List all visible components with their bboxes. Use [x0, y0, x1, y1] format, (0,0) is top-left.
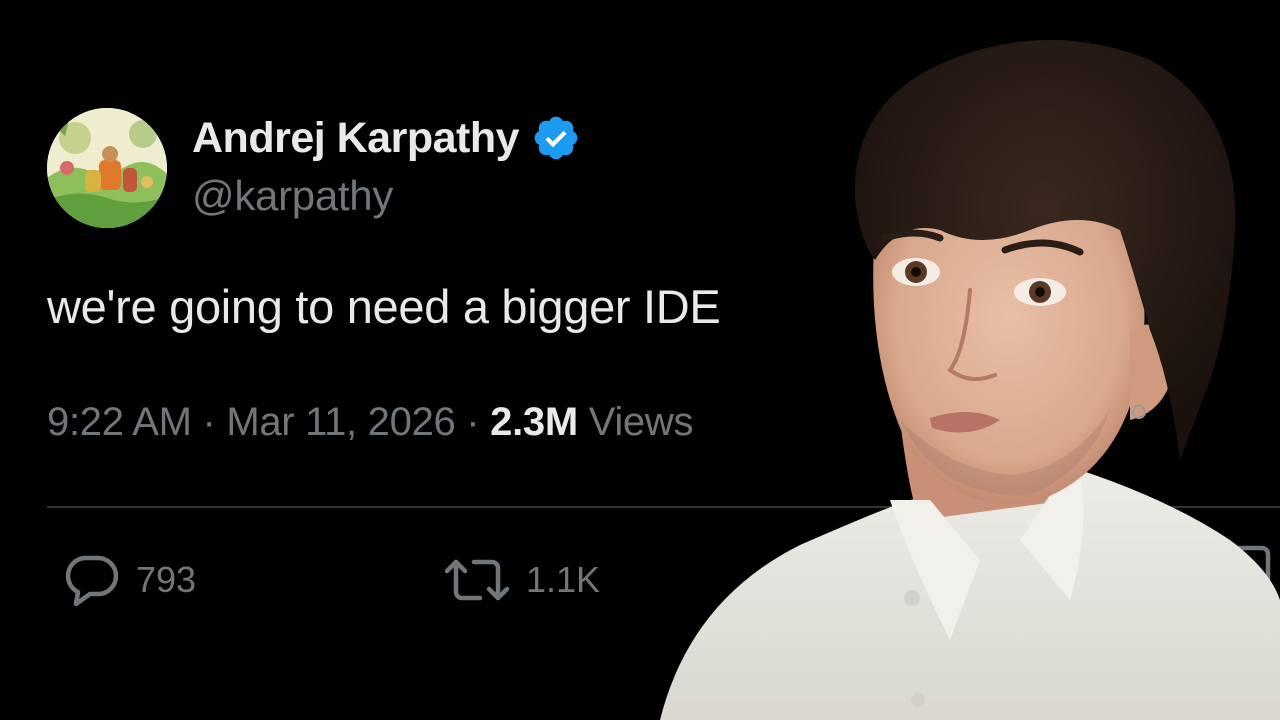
author-handle[interactable]: @karpathy: [192, 172, 393, 220]
post-text: we're going to need a bigger IDE: [47, 280, 721, 333]
repost-button[interactable]: 1.1K: [444, 552, 600, 608]
author-name-row[interactable]: Andrej Karpathy: [192, 112, 581, 164]
meta-separator: ·: [455, 400, 491, 444]
verified-badge-icon: [531, 113, 581, 163]
views-count: 2.3M: [490, 400, 578, 444]
presenter-photo-image: [660, 40, 1280, 720]
repost-count: 1.1K: [526, 559, 601, 600]
author-display-name[interactable]: Andrej Karpathy: [192, 114, 520, 163]
meta-separator: ·: [191, 400, 227, 444]
illustrated-avatar-icon: [47, 108, 167, 228]
author-avatar[interactable]: [47, 108, 167, 228]
post-time[interactable]: 9:22 AM: [47, 400, 192, 444]
post-meta: 9:22 AM · Mar 11, 2026 · 2.3M Views: [47, 400, 693, 445]
reply-button[interactable]: 793: [62, 552, 196, 608]
post-date[interactable]: Mar 11, 2026: [226, 400, 455, 444]
presenter-photo: [650, 0, 1280, 720]
reply-count: 793: [136, 559, 197, 600]
speech-bubble-icon: [65, 555, 119, 607]
repost-arrows-icon: [444, 559, 510, 601]
